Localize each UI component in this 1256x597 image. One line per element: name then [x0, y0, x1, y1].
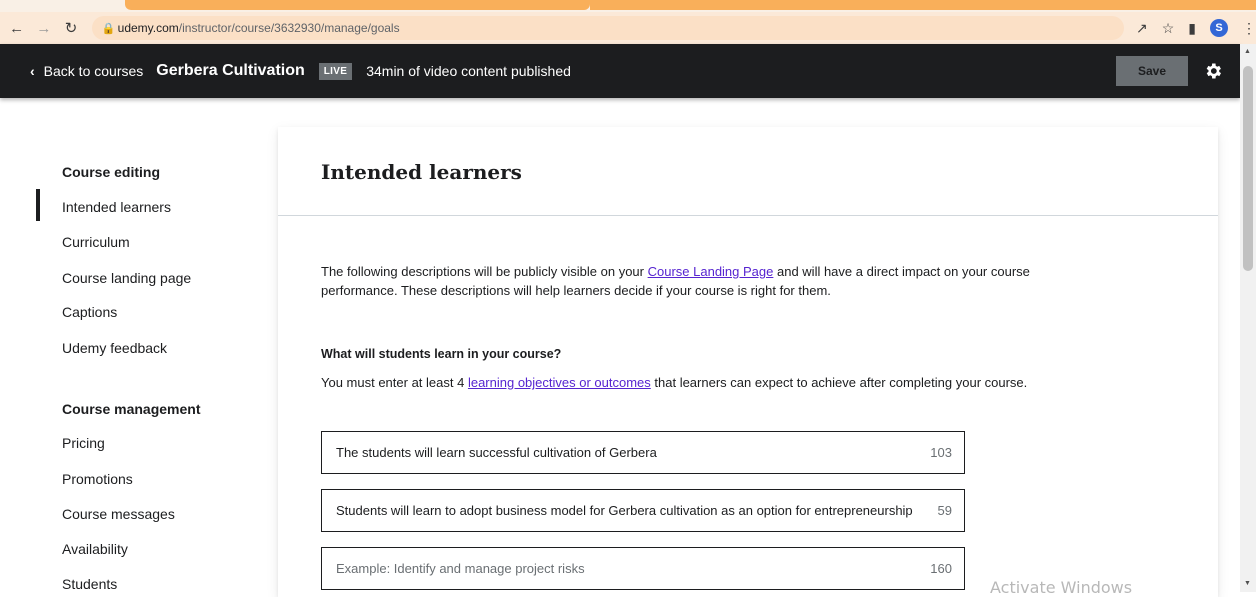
active-tab-strip	[125, 0, 590, 10]
scroll-down-icon[interactable]: ▼	[1244, 580, 1251, 587]
lock-icon: 🔒	[101, 22, 116, 35]
gear-icon[interactable]	[1202, 60, 1224, 82]
reload-icon[interactable]: ↻	[60, 17, 81, 39]
chevron-left-icon: ‹	[30, 63, 35, 79]
title-divider	[278, 215, 1218, 216]
url-path: /instructor/course/3632930/manage/goals	[178, 21, 400, 35]
page-scrollbar[interactable]: ▲ ▼	[1240, 44, 1256, 592]
address-bar-row: ← → ↻ 🔒 udemy.com/instructor/course/3632…	[0, 12, 1256, 44]
sidebar-item-course-messages[interactable]: Course messages	[62, 506, 175, 522]
save-button[interactable]: Save	[1116, 56, 1188, 86]
sidebar-item-intended-learners[interactable]: Intended learners	[62, 199, 171, 215]
address-bar[interactable]: 🔒 udemy.com/instructor/course/3632930/ma…	[91, 16, 1124, 40]
intended-learners-panel: Intended learners The following descript…	[278, 127, 1218, 597]
learning-objectives-heading: What will students learn in your course?	[321, 347, 562, 361]
sidebar-item-course-landing-page[interactable]: Course landing page	[62, 270, 191, 286]
course-sidebar: Course editing Intended learners Curricu…	[0, 98, 260, 592]
objective-input-3[interactable]: Example: Identify and manage project ris…	[321, 547, 965, 590]
back-arrow-icon[interactable]: ←	[6, 17, 27, 39]
course-editing-heading: Course editing	[62, 164, 161, 180]
active-indicator	[36, 189, 40, 221]
sidebar-item-udemy-feedback[interactable]: Udemy feedback	[62, 340, 167, 356]
char-counter: 59	[937, 503, 952, 518]
objective-input-1-value: The students will learn successful culti…	[336, 445, 657, 460]
objective-input-2-value: Students will learn to adopt business mo…	[336, 503, 913, 518]
profile-avatar[interactable]: S	[1210, 19, 1228, 37]
activate-windows-watermark: Activate Windows	[990, 578, 1133, 597]
char-counter: 160	[930, 561, 952, 576]
learning-objectives-link[interactable]: learning objectives or outcomes	[468, 375, 651, 390]
scrollbar-thumb[interactable]	[1243, 66, 1253, 271]
forward-arrow-icon[interactable]: →	[33, 17, 54, 39]
course-management-heading: Course management	[62, 401, 201, 417]
intro-text-start: The following descriptions will be publi…	[321, 264, 648, 279]
intro-text: The following descriptions will be publi…	[321, 262, 1061, 300]
objective-input-1[interactable]: The students will learn successful culti…	[321, 431, 965, 474]
browser-chrome: ← → ↻ 🔒 udemy.com/instructor/course/3632…	[0, 0, 1256, 44]
course-header-bar: ‹ Back to courses Gerbera Cultivation LI…	[0, 44, 1240, 98]
sidebar-item-availability[interactable]: Availability	[62, 541, 128, 557]
objective-input-2[interactable]: Students will learn to adopt business mo…	[321, 489, 965, 532]
objectives-desc-end: that learners can expect to achieve afte…	[650, 375, 1028, 390]
learning-objectives-description: You must enter at least 4 learning objec…	[321, 373, 1061, 392]
objective-input-3-placeholder: Example: Identify and manage project ris…	[336, 561, 585, 576]
back-to-courses-link[interactable]: ‹ Back to courses	[30, 63, 143, 79]
char-counter: 103	[930, 445, 952, 460]
course-landing-page-link[interactable]: Course Landing Page	[648, 264, 774, 279]
objectives-desc-start: You must enter at least 4	[321, 375, 468, 390]
share-icon[interactable]: ↗	[1136, 20, 1148, 37]
url-host: udemy.com	[117, 21, 179, 35]
star-icon[interactable]: ☆	[1162, 20, 1175, 37]
sidebar-item-captions[interactable]: Captions	[62, 304, 117, 320]
scroll-up-icon[interactable]: ▲	[1244, 48, 1251, 55]
sidebar-item-pricing[interactable]: Pricing	[62, 435, 105, 451]
sidebar-item-promotions[interactable]: Promotions	[62, 471, 133, 487]
course-title: Gerbera Cultivation	[156, 62, 305, 79]
menu-kebab-icon[interactable]: ⋮	[1242, 20, 1256, 37]
sidebar-item-students[interactable]: Students	[62, 576, 117, 592]
sidebar-item-curriculum[interactable]: Curriculum	[62, 234, 130, 250]
page-title: Intended learners	[321, 160, 522, 184]
published-status: 34min of video content published	[366, 63, 571, 79]
side-panel-icon[interactable]: ▮	[1188, 20, 1196, 37]
tab-strip	[590, 0, 1256, 10]
live-badge: LIVE	[318, 62, 353, 80]
back-to-courses-label: Back to courses	[43, 63, 144, 79]
